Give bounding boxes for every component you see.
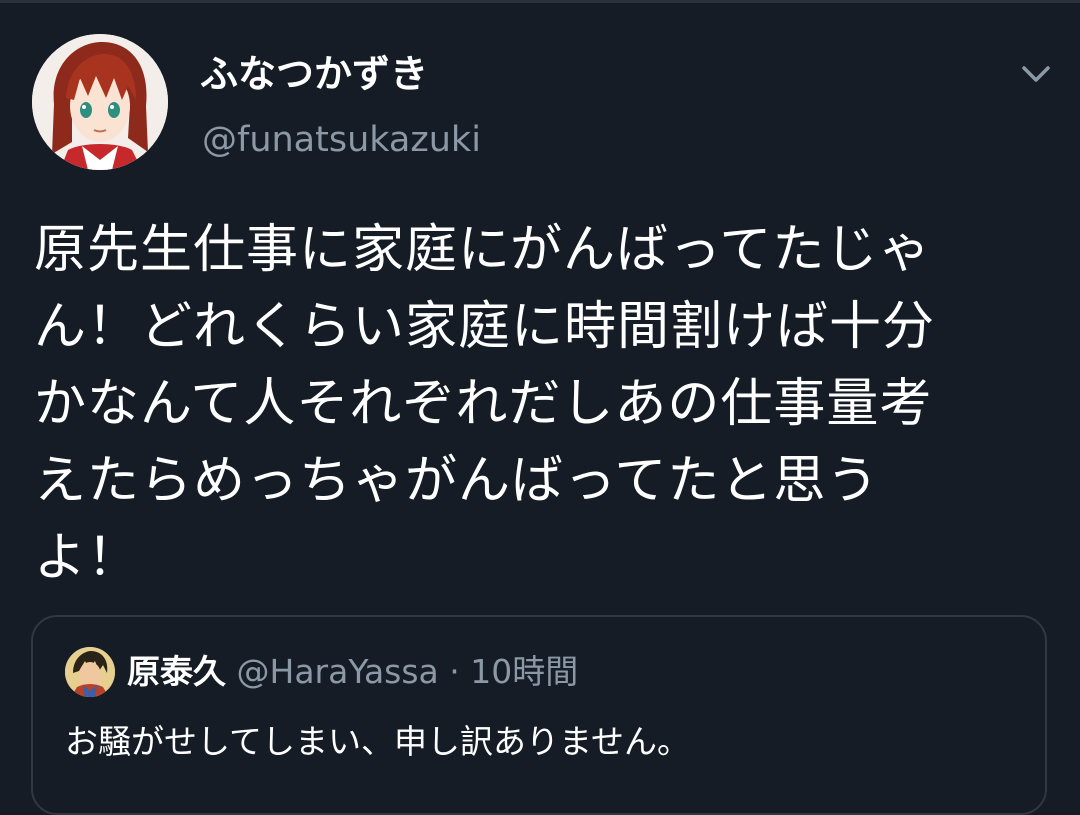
anime-girl-avatar-image bbox=[32, 34, 168, 170]
tweet-text: 原先生仕事に家庭にがんばってたじゃ ん！どれくらい家庭に時間割けば十分 かなんて… bbox=[34, 220, 936, 588]
quoted-tweet-timestamp[interactable]: 10時間 bbox=[470, 652, 578, 691]
author-avatar[interactable] bbox=[32, 34, 168, 170]
manga-character-avatar-image bbox=[65, 647, 115, 697]
quoted-tweet-card[interactable]: 原泰久 @HaraYassa · 10時間 お騒がせしてしまい、申し訳ありません… bbox=[31, 615, 1047, 815]
top-divider bbox=[0, 0, 1080, 3]
quoted-author-avatar[interactable] bbox=[65, 647, 115, 697]
author-display-name[interactable]: ふなつかずき bbox=[200, 48, 428, 100]
quoted-author-name[interactable]: 原泰久 bbox=[127, 652, 226, 691]
author-handle[interactable]: @funatsukazuki bbox=[202, 117, 481, 163]
quoted-author-handle[interactable]: @HaraYassa bbox=[237, 652, 439, 691]
separator-dot: · bbox=[449, 652, 460, 691]
chevron-down-icon[interactable] bbox=[1018, 60, 1054, 88]
quoted-tweet-text: お騒がせしてしまい、申し訳ありません。 bbox=[65, 722, 691, 761]
quoted-tweet-header: 原泰久 @HaraYassa · 10時間 bbox=[127, 648, 578, 696]
